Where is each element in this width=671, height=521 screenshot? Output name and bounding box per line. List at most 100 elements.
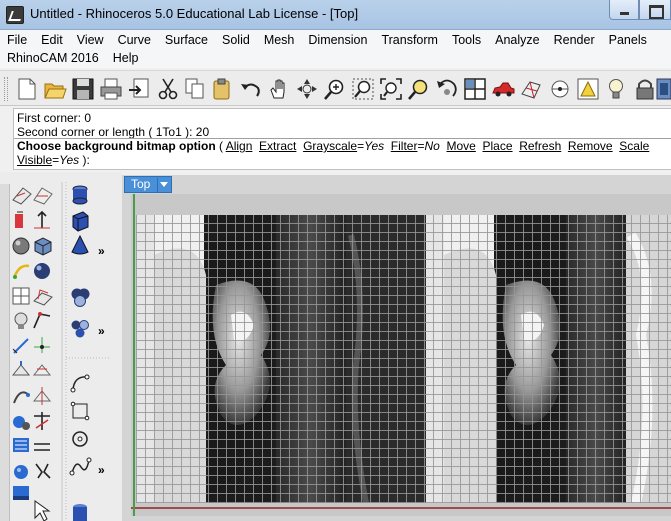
box-icon[interactable]: [34, 237, 52, 256]
point-cloud-icon[interactable]: [12, 187, 32, 205]
new-icon[interactable]: [18, 78, 36, 100]
sphere-icon[interactable]: [12, 237, 30, 255]
menu-file[interactable]: File: [0, 32, 34, 50]
option-place[interactable]: Place: [483, 139, 513, 153]
trim-icon[interactable]: [34, 412, 50, 430]
menu-help[interactable]: Help: [106, 50, 146, 68]
menu-solid[interactable]: Solid: [215, 32, 257, 50]
zoom-selected-icon[interactable]: [408, 79, 428, 100]
mirror-icon[interactable]: [32, 387, 52, 405]
select-arrow-icon[interactable]: [34, 500, 51, 521]
circle-icon[interactable]: [72, 431, 88, 447]
option-scale[interactable]: Scale: [619, 139, 649, 153]
polyline-icon[interactable]: [15, 211, 23, 228]
render-icon[interactable]: [13, 416, 30, 430]
curve-start-icon[interactable]: [70, 374, 90, 393]
transform-icon[interactable]: [11, 361, 31, 376]
left-toolbar-icons: » » »: [11, 182, 110, 521]
option-remove[interactable]: Remove: [568, 139, 613, 153]
menu-dimension[interactable]: Dimension: [301, 32, 374, 50]
undo-icon[interactable]: [241, 83, 260, 97]
lock-icon[interactable]: [636, 79, 654, 100]
menu-view[interactable]: View: [70, 32, 111, 50]
menu-edit[interactable]: Edit: [34, 32, 70, 50]
cut-icon[interactable]: [158, 78, 178, 100]
mesh-tools-icon[interactable]: [14, 465, 28, 479]
menu-rhinocam[interactable]: RhinoCAM 2016: [0, 50, 106, 68]
copy-icon[interactable]: [185, 78, 204, 99]
cage-edit-icon[interactable]: [34, 337, 50, 353]
print-icon[interactable]: [100, 78, 122, 100]
prompt-open-paren: (: [215, 139, 226, 153]
viewport-tab-top[interactable]: Top: [124, 176, 172, 193]
more-boolean-chevron[interactable]: »: [98, 324, 105, 338]
option-grayscale[interactable]: Grayscale: [303, 139, 357, 153]
rotate-view-icon[interactable]: [297, 79, 317, 99]
open-icon[interactable]: [44, 83, 67, 99]
cone-icon[interactable]: [71, 234, 89, 255]
drafting-icon[interactable]: [13, 438, 29, 452]
point-icon[interactable]: [33, 187, 53, 205]
rhino-app-icon[interactable]: [6, 6, 24, 24]
minimize-button[interactable]: [609, 0, 639, 20]
boolean-union-icon[interactable]: [71, 288, 90, 307]
chevron-down-icon[interactable]: [160, 182, 168, 187]
split-icon[interactable]: [34, 443, 50, 451]
rectangle-icon[interactable]: [70, 401, 90, 421]
zoom-extents-icon[interactable]: [380, 78, 402, 100]
cylinder-small-icon[interactable]: [73, 504, 87, 521]
layer-icon[interactable]: [13, 486, 29, 500]
extrude-solid-icon[interactable]: [72, 211, 89, 232]
dimension-icon[interactable]: [12, 338, 29, 354]
option-extract[interactable]: Extract: [259, 139, 296, 153]
option-filter[interactable]: Filter: [391, 139, 418, 153]
extrude-icon[interactable]: [33, 289, 53, 306]
four-viewports-icon[interactable]: [464, 78, 486, 100]
left-toolbar: » » »: [0, 172, 122, 521]
car-render-icon[interactable]: [492, 82, 515, 97]
menu-render[interactable]: Render: [547, 32, 602, 50]
pan-hand-icon[interactable]: [270, 79, 285, 99]
freeform-curve-icon[interactable]: [69, 457, 92, 476]
paste-icon[interactable]: [213, 78, 230, 100]
boolean-difference-icon[interactable]: [71, 320, 89, 338]
fillet-icon[interactable]: [33, 312, 51, 329]
light-bulb-icon[interactable]: [609, 79, 623, 99]
save-icon[interactable]: [72, 78, 94, 100]
light-icon[interactable]: [14, 312, 28, 329]
import-icon[interactable]: [129, 78, 149, 98]
surface-icon[interactable]: [521, 81, 541, 99]
menu-analyze[interactable]: Analyze: [488, 32, 546, 50]
cylinder-icon[interactable]: [72, 185, 88, 205]
analyze-icon[interactable]: [13, 391, 30, 404]
toolbar-icons: [18, 78, 671, 100]
command-area[interactable]: First corner: 0 Second corner or length …: [13, 108, 671, 170]
top-viewport[interactable]: [131, 194, 671, 516]
menu-mesh[interactable]: Mesh: [257, 32, 302, 50]
object-snap-icon[interactable]: [577, 78, 599, 100]
option-refresh[interactable]: Refresh: [519, 139, 561, 153]
move-icon[interactable]: [34, 210, 50, 229]
menu-panels[interactable]: Panels: [602, 32, 654, 50]
sphere-solid-icon[interactable]: [34, 263, 50, 279]
more-icon[interactable]: [656, 78, 671, 100]
menu-surface[interactable]: Surface: [158, 32, 215, 50]
zoom-dynamic-icon[interactable]: [324, 79, 344, 100]
zoom-window-icon[interactable]: [352, 78, 374, 100]
grid-icon[interactable]: [12, 287, 30, 305]
option-align[interactable]: Align: [226, 139, 253, 153]
maximize-button[interactable]: [639, 0, 671, 20]
more-solids-chevron[interactable]: »: [98, 244, 105, 258]
menu-curve[interactable]: Curve: [111, 32, 158, 50]
option-visible[interactable]: Visible: [17, 153, 52, 167]
menu-row-2: RhinoCAM 2016 Help: [0, 50, 145, 68]
option-move[interactable]: Move: [447, 139, 476, 153]
menu-tools[interactable]: Tools: [445, 32, 488, 50]
curve-from-object-icon[interactable]: [12, 264, 30, 279]
explode-icon[interactable]: [35, 463, 51, 479]
more-curves-chevron[interactable]: »: [98, 463, 105, 477]
menu-transform[interactable]: Transform: [374, 32, 445, 50]
array-icon[interactable]: [32, 364, 52, 376]
snap-icon[interactable]: [551, 80, 569, 98]
rotate-icon[interactable]: [437, 79, 457, 97]
